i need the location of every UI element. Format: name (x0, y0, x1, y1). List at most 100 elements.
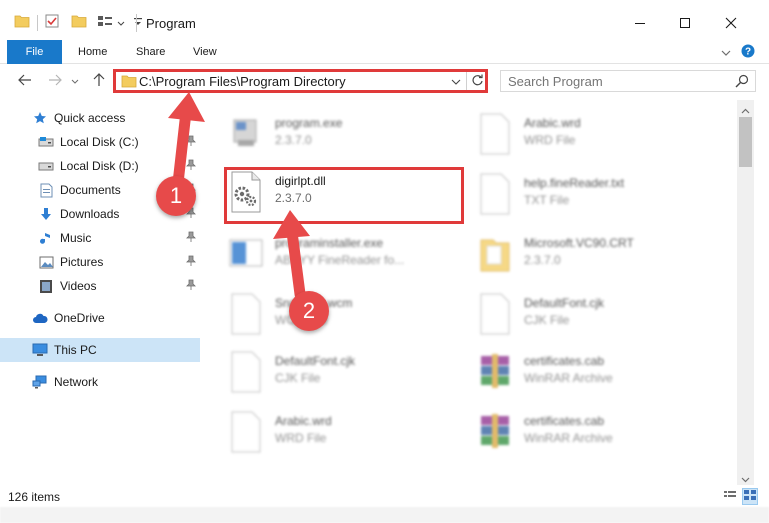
tab-share[interactable]: Share (124, 40, 177, 64)
search-input[interactable] (501, 71, 721, 91)
file-detail: CJK File (275, 371, 321, 385)
tab-view[interactable]: View (181, 40, 229, 64)
document-icon (477, 112, 513, 156)
sidebar-item-label: OneDrive (54, 311, 105, 325)
file-detail: 2.3.7.0 (524, 253, 561, 267)
recent-locations-button[interactable] (70, 72, 80, 90)
back-button[interactable] (16, 72, 34, 90)
drive-icon (38, 158, 54, 174)
properties-icon[interactable] (45, 14, 59, 31)
sidebar-item-label: Documents (60, 183, 121, 197)
help-icon[interactable]: ? (741, 44, 755, 61)
minimize-button[interactable] (617, 10, 663, 38)
callout-step-1: 1 (156, 176, 196, 216)
file-item[interactable]: DefaultFont.cjk CJK File (452, 286, 702, 346)
file-list: program.exe 2.3.7.0 Arabic.wrd WRD File … (203, 100, 737, 480)
sidebar-item-label: Local Disk (D:) (60, 159, 139, 173)
tiles-view-icon[interactable] (742, 488, 758, 505)
status-bar: 126 items (0, 485, 769, 507)
sidebar-item-local-disk-d[interactable]: Local Disk (D:) (0, 154, 200, 178)
sidebar-item-pictures[interactable]: Pictures (0, 250, 200, 274)
file-item[interactable]: certificates.cab WinRAR Archive (452, 404, 702, 464)
pin-icon[interactable] (186, 279, 196, 294)
details-view-icon[interactable] (723, 489, 737, 504)
file-name: certificates.cab (524, 354, 605, 368)
chevron-down-icon[interactable] (451, 75, 461, 89)
forward-button[interactable] (46, 72, 64, 90)
new-folder-icon[interactable] (71, 14, 87, 31)
file-detail: CJK File (524, 313, 570, 327)
sidebar-item-label: Network (54, 375, 99, 389)
minimize-icon (634, 17, 646, 32)
expand-ribbon-icon[interactable] (721, 46, 731, 60)
computer-icon (32, 342, 48, 358)
tab-home[interactable]: Home (66, 40, 119, 64)
star-icon (32, 110, 48, 126)
file-item[interactable]: Arabic.wrd WRD File (203, 404, 453, 464)
close-icon (725, 17, 737, 32)
sidebar-item-label: Local Disk (C:) (60, 135, 139, 149)
address-bar[interactable]: C:\Program Files\Program Directory (113, 69, 488, 93)
folder-icon (477, 232, 513, 276)
file-item[interactable]: help.fineReader.txt TXT File (452, 166, 702, 226)
sidebar-item-this-pc[interactable]: This PC (0, 338, 200, 362)
winrar-icon (477, 350, 513, 394)
svg-text:?: ? (745, 47, 751, 58)
navigation-pane: Quick access Local Disk (C:) Local Disk … (0, 100, 203, 480)
pictures-icon (38, 254, 54, 270)
chevron-down-icon[interactable] (117, 16, 125, 30)
view-options-icon[interactable] (97, 14, 113, 31)
file-name: help.fineReader.txt (524, 176, 625, 190)
sidebar-item-local-disk-c[interactable]: Local Disk (C:) (0, 130, 200, 154)
sidebar-item-quick-access[interactable]: Quick access (0, 106, 200, 130)
callout-step-2: 2 (289, 291, 329, 331)
scroll-down-icon[interactable] (741, 472, 750, 486)
maximize-icon (679, 17, 691, 32)
maximize-button[interactable] (662, 10, 708, 38)
chevron-down-icon (71, 74, 79, 88)
exe-icon (228, 112, 264, 156)
file-name: certificates.cab (524, 414, 605, 428)
close-button[interactable] (708, 10, 754, 38)
file-name: Microsoft.VC90.CRT (524, 236, 634, 250)
search-box[interactable] (500, 70, 756, 92)
network-icon (32, 374, 48, 390)
sidebar-item-label: Downloads (60, 207, 120, 221)
sidebar-item-label: Music (60, 231, 92, 245)
tab-file[interactable]: File (7, 40, 62, 64)
pin-icon[interactable] (186, 159, 196, 174)
file-item[interactable]: certificates.cab WinRAR Archive (452, 344, 702, 404)
pin-icon[interactable] (186, 255, 196, 270)
scrollbar-thumb[interactable] (739, 117, 752, 167)
search-icon[interactable] (735, 74, 749, 91)
music-icon (38, 230, 54, 246)
sidebar-item-onedrive[interactable]: OneDrive (0, 306, 200, 330)
file-detail: WinRAR Archive (524, 431, 613, 445)
file-item[interactable]: Microsoft.VC90.CRT 2.3.7.0 (452, 226, 702, 286)
up-button[interactable] (90, 72, 108, 90)
file-item[interactable]: DefaultFont.cjk CJK File (203, 344, 453, 404)
sidebar-item-network[interactable]: Network (0, 370, 200, 394)
file-item[interactable]: program.exe 2.3.7.0 (203, 106, 453, 166)
customize-toolbar-icon[interactable] (133, 16, 143, 30)
pin-icon[interactable] (186, 135, 196, 150)
vertical-scrollbar[interactable] (737, 100, 754, 485)
file-name: program.exe (275, 116, 343, 130)
sidebar-item-videos[interactable]: Videos (0, 274, 200, 298)
ribbon-controls: ? (721, 44, 755, 61)
folder-icon[interactable] (14, 14, 30, 31)
title-bar: Program (0, 0, 769, 40)
file-item[interactable]: Arabic.wrd WRD File (452, 106, 702, 166)
scroll-up-icon[interactable] (741, 103, 750, 117)
sidebar-item-label: This PC (54, 343, 97, 357)
pin-icon[interactable] (186, 231, 196, 246)
documents-icon (38, 182, 54, 198)
file-detail: 2.3.7.0 (275, 133, 312, 147)
file-name: Arabic.wrd (524, 116, 581, 130)
refresh-icon[interactable] (471, 74, 484, 90)
document-icon (477, 172, 513, 216)
sidebar-item-music[interactable]: Music (0, 226, 200, 250)
document-icon (228, 350, 264, 394)
file-item[interactable]: programinstaller.exe ABBYY FineReader fo… (203, 226, 453, 286)
title-divider (136, 14, 137, 32)
